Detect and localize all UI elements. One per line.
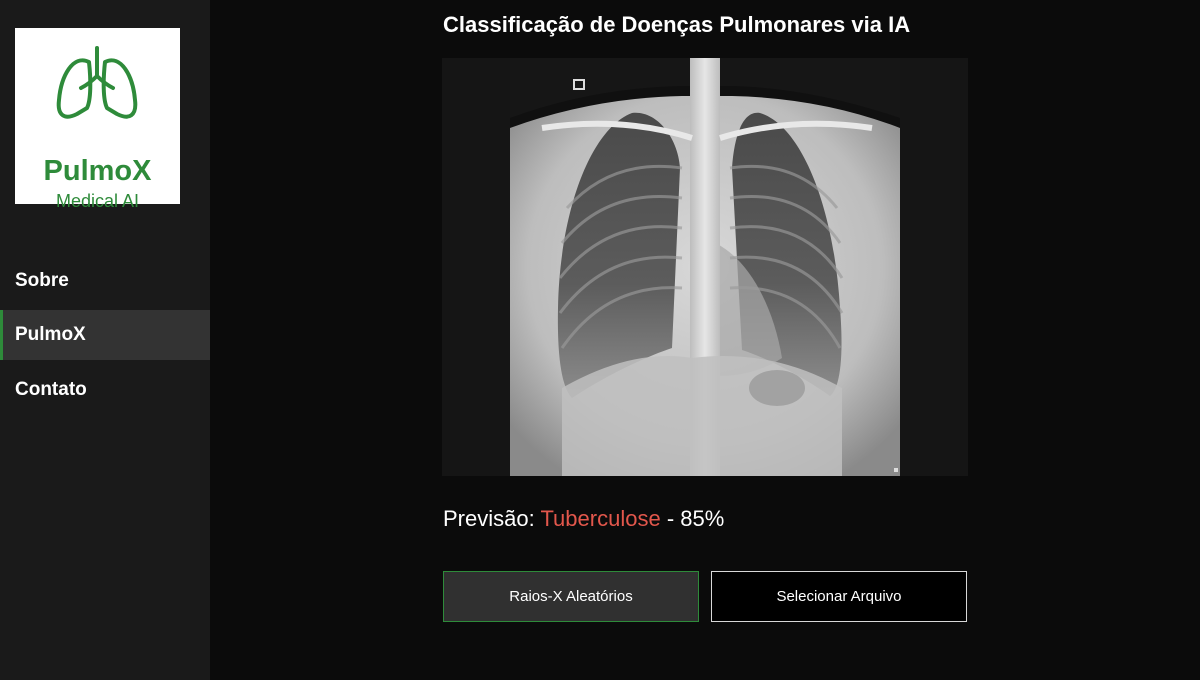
brand-subtitle: Medical AI bbox=[55, 191, 140, 211]
brand-logo[interactable]: PulmoX Medical AI bbox=[15, 28, 180, 211]
prediction-disease: Tuberculose bbox=[540, 506, 661, 531]
sidebar-item-sobre[interactable]: Sobre bbox=[0, 256, 210, 306]
page-title: Classificação de Doenças Pulmonares via … bbox=[443, 12, 911, 37]
sidebar-item-pulmox[interactable]: PulmoX bbox=[0, 310, 210, 360]
prediction-separator: - bbox=[666, 506, 675, 531]
prediction-label: Previsão: bbox=[443, 506, 535, 531]
lungs-icon bbox=[56, 46, 138, 119]
sidebar-item-contato[interactable]: Contato bbox=[0, 365, 210, 415]
select-file-button[interactable]: Selecionar Arquivo bbox=[711, 571, 967, 622]
brand-name: PulmoX bbox=[43, 155, 152, 187]
sidebar: PulmoX Medical AI Sobre PulmoX Contato bbox=[0, 0, 210, 680]
prediction-result: Previsão: Tuberculose - 85% bbox=[443, 503, 724, 535]
prediction-confidence: 85% bbox=[680, 506, 725, 531]
xray-image bbox=[442, 58, 968, 476]
random-xray-button[interactable]: Raios-X Aleatórios bbox=[443, 571, 699, 622]
